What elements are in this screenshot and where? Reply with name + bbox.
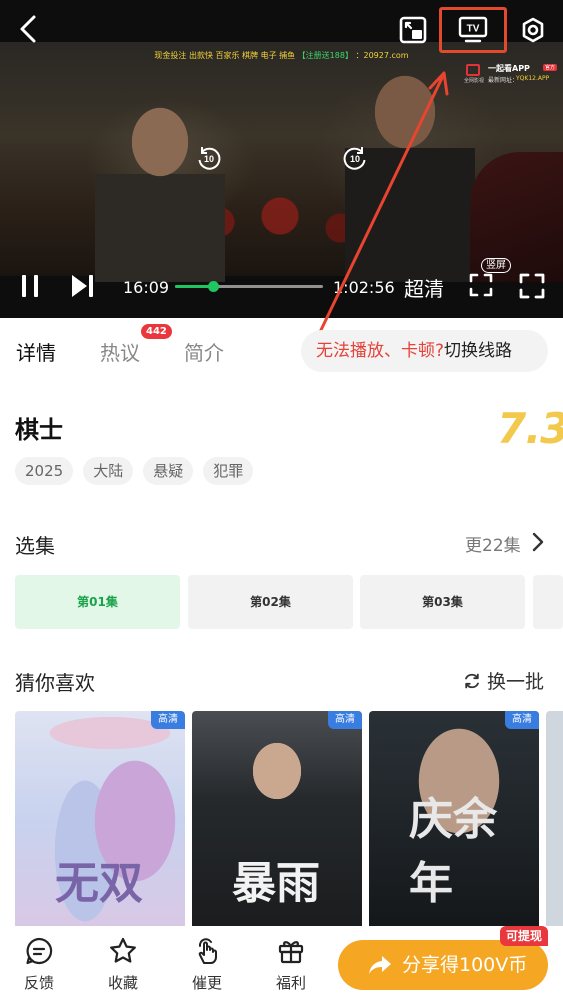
tag-genre-suspense[interactable]: 悬疑 [143,457,194,485]
ad-text-site: ：20927.com [355,51,409,60]
detail-tabs: 详情 热议 442 简介 无法播放、卡顿?切换线路 [0,318,563,382]
tv-cast-button[interactable]: TV [439,7,507,53]
total-time: 1:02:56 [333,278,395,297]
recommend-poster-1[interactable]: 高清 无双 [15,711,185,931]
hd-badge: 高清 [151,711,185,729]
seek-back-label: 10 [204,154,214,164]
switch-line-action: 切换线路 [444,341,513,361]
video-player[interactable]: 现金投注 出款快 百家乐 棋牌 电子 捕鱼 【注册送188】 ：20927.co… [0,0,563,318]
share-label: 分享得100V币 [402,954,528,976]
app-watermark: 全网影视 一起看APP 官方 最新网址： YQK12.APP [464,61,558,85]
player-controls: 16:09 1:02:56 超清 竖屏 [0,258,563,310]
picture-in-picture-icon[interactable] [395,12,431,48]
poster-2-calligraphy: 暴雨 [232,858,320,909]
tag-region[interactable]: 大陆 [83,457,134,485]
tab-intro[interactable]: 简介 [184,337,224,366]
next-episode-icon[interactable] [68,272,96,300]
svg-text:TV: TV [467,24,480,35]
recommend-poster-3[interactable]: 高清 庆余年 [369,711,539,931]
share-arrow-icon [369,956,391,974]
vertical-fullscreen-icon[interactable] [468,272,494,298]
watermark-url: YQK12.APP [516,75,550,82]
watermark-name: 一起看APP [488,64,530,73]
ad-text-promo: 【注册送188】 [297,51,353,60]
progress-bar[interactable] [175,281,323,292]
show-score: 7.3 [497,404,563,453]
quality-button[interactable]: 超清 [404,273,444,302]
vertical-screen-label: 竖屏 [481,258,511,273]
watermark-badge: 官方 [543,64,558,71]
withdraw-badge: 可提现 [500,926,549,946]
hd-badge: 高清 [505,711,539,729]
favorite-label: 收藏 [107,974,138,992]
tag-year[interactable]: 2025 [15,457,74,485]
episode-item-04-partial[interactable] [533,575,563,629]
feedback-label: 反馈 [23,974,54,992]
watermark-logo-sub: 全网影视 [464,78,485,84]
watermark-logo-icon [466,64,480,76]
scene-person-right [345,72,475,282]
fullscreen-icon[interactable] [518,272,546,300]
urge-update-label: 催更 [191,974,222,992]
more-episodes-link[interactable]: 更22集 [465,531,521,556]
star-icon [110,937,136,963]
settings-gear-icon[interactable] [515,12,551,48]
recommend-poster-2[interactable]: 高清 暴雨 [192,711,362,931]
tag-list: 2025 大陆 悬疑 犯罪 [15,457,254,485]
hd-badge: 高清 [328,711,362,729]
welfare-button[interactable]: 福利 [266,936,316,993]
tab-details[interactable]: 详情 [16,337,56,366]
scene-person-left [95,102,225,282]
episode-item-03[interactable]: 第03集 [360,575,525,629]
share-button[interactable]: 分享得100V币 [338,940,548,990]
comments-count-badge: 442 [141,324,172,339]
poster-3-calligraphy: 庆余年 [409,794,497,909]
recommend-heading: 猜你喜欢 [15,671,95,695]
hand-tap-icon [198,938,217,964]
bottom-action-bar: 反馈 收藏 催更 福利 分享得100V币 可提现 [0,926,563,1002]
tag-genre-crime[interactable]: 犯罪 [203,457,254,485]
current-time: 16:09 [123,278,170,297]
refresh-label: 换一批 [487,671,545,693]
seek-back-icon[interactable]: 10 [195,144,223,172]
pause-icon[interactable] [16,272,44,300]
favorite-button[interactable]: 收藏 [98,936,148,993]
feedback-icon [26,937,53,965]
tv-icon: TV [458,16,488,43]
gift-icon [278,941,304,964]
show-title: 棋士 [15,416,63,444]
watermark-url-label: 最新网址： [488,77,519,84]
refresh-button[interactable]: 换一批 [463,667,544,694]
episode-item-01[interactable]: 第01集 [15,575,180,629]
ad-text-main: 现金投注 出款快 百家乐 棋牌 电子 捕鱼 [154,51,296,60]
tab-comments[interactable]: 热议 [100,337,140,366]
switch-line-warning: 无法播放、卡顿? [316,341,445,361]
episodes-heading: 选集 [15,534,55,558]
urge-update-button[interactable]: 催更 [182,936,232,993]
welfare-label: 福利 [275,974,306,992]
progress-thumb[interactable] [208,281,220,292]
back-icon[interactable] [12,12,46,46]
refresh-icon [465,673,479,688]
seek-forward-icon[interactable]: 10 [341,144,369,172]
poster-1-calligraphy: 无双 [55,858,143,909]
feedback-button[interactable]: 反馈 [14,936,64,993]
episode-item-02[interactable]: 第02集 [188,575,353,629]
chevron-right-icon[interactable] [529,531,547,553]
seek-forward-label: 10 [350,154,360,164]
switch-line-button[interactable]: 无法播放、卡顿?切换线路 [301,330,548,372]
recommend-poster-4-partial[interactable] [546,711,563,931]
